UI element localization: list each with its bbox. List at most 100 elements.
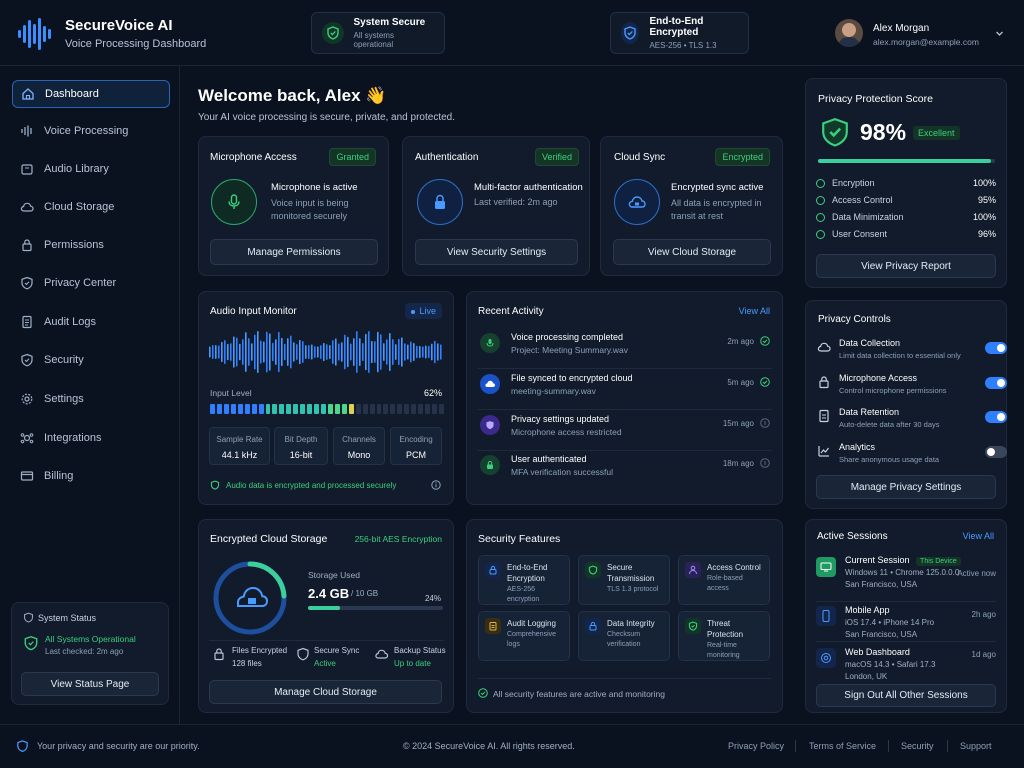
waveform-bar [341, 342, 343, 362]
footer-link-privacy[interactable]: Privacy Policy [728, 741, 784, 751]
lock-icon [585, 618, 601, 634]
app-subtitle: Voice Processing Dashboard [65, 38, 207, 50]
waveform-bar [422, 346, 424, 358]
level-segment [265, 404, 271, 414]
level-segment [251, 404, 257, 414]
nav-dashboard[interactable]: Dashboard [12, 80, 170, 108]
view-cloud-storage-button[interactable]: View Cloud Storage [613, 239, 771, 265]
activity-item[interactable]: User authenticated MFA verification succe… [478, 451, 772, 491]
activity-detail: meeting-summary.wav [511, 386, 596, 396]
microphone-icon [480, 333, 500, 353]
chart-icon [818, 446, 829, 457]
view-all-sessions-link[interactable]: View All [963, 531, 994, 541]
card-title: Encrypted Cloud Storage [210, 533, 328, 545]
lock-icon [22, 239, 32, 252]
waveform-bar [269, 333, 271, 371]
view-status-page-button[interactable]: View Status Page [21, 672, 159, 696]
activity-detail: Project: Meeting Summary.wav [511, 345, 628, 355]
activity-item[interactable]: Voice processing completed Project: Meeti… [478, 329, 772, 369]
storage-ring [213, 561, 287, 635]
nav-billing[interactable]: Billing [12, 462, 170, 490]
level-segment [397, 404, 403, 414]
audio-waveform [209, 330, 442, 374]
level-segment [383, 404, 389, 414]
check-circle-icon [816, 213, 825, 222]
nav-privacy-center[interactable]: Privacy Center [12, 269, 170, 297]
chevron-down-icon[interactable] [995, 29, 1004, 38]
level-segment [418, 404, 424, 414]
nav-audit-logs[interactable]: Audit Logs [12, 308, 170, 336]
level-segment [362, 404, 368, 414]
metric-label: User Consent [832, 229, 888, 239]
manage-privacy-settings-button[interactable]: Manage Privacy Settings [816, 475, 996, 499]
feature-title: Secure Transmission [607, 563, 655, 583]
waveform-bar [413, 342, 415, 362]
waveform-bar [308, 344, 310, 360]
activity-title: Voice processing completed [511, 332, 624, 342]
user-menu[interactable]: Alex Morgan alex.morgan@example.com [835, 18, 1007, 50]
footer-tagline: Your privacy and security are our priori… [37, 741, 200, 751]
metric-label: Access Control [832, 195, 893, 205]
shield-check-icon [21, 353, 33, 367]
stat-value: 16-bit [289, 450, 313, 460]
activity-item[interactable]: Privacy settings updated Microphone acces… [478, 411, 772, 451]
this-device-badge: This Device [916, 557, 961, 566]
integrations-icon [20, 433, 34, 444]
footer-link-terms[interactable]: Terms of Service [809, 741, 876, 751]
shield-icon [17, 740, 28, 753]
nav-permissions[interactable]: Permissions [12, 231, 170, 259]
nav-label: Cloud Storage [44, 201, 115, 213]
activity-item[interactable]: File synced to encrypted cloud meeting-su… [478, 370, 772, 410]
encrypted-badge: Encrypted [715, 148, 770, 166]
card-title: Microphone Access [210, 152, 297, 163]
footer-link-security[interactable]: Security [901, 741, 934, 751]
divider [209, 640, 444, 641]
activity-title: Privacy settings updated [511, 414, 610, 424]
waveform-bar [440, 344, 442, 360]
manage-cloud-storage-button[interactable]: Manage Cloud Storage [209, 680, 442, 704]
waveform-logo-icon [18, 18, 51, 50]
sign-out-sessions-button[interactable]: Sign Out All Other Sessions [816, 684, 996, 707]
waveform-bar [371, 340, 373, 364]
waveform-bar [419, 345, 421, 359]
document-icon [22, 315, 32, 329]
level-segment [230, 404, 236, 414]
data-retention-toggle[interactable] [985, 411, 1007, 423]
divider [795, 740, 796, 752]
session-details: iOS 17.4 • iPhone 14 Pro San Francisco, U… [845, 617, 934, 641]
level-segment [286, 404, 292, 414]
shield-check-icon [24, 635, 38, 651]
user-name: Alex Morgan [873, 23, 930, 34]
welcome-title: Welcome back, Alex 👋 [198, 86, 387, 105]
lock-icon [485, 562, 501, 578]
view-privacy-report-button[interactable]: View Privacy Report [816, 254, 996, 278]
manage-permissions-button[interactable]: Manage Permissions [210, 239, 378, 265]
stat-value: PCM [406, 450, 426, 460]
view-all-link[interactable]: View All [739, 306, 770, 316]
view-security-settings-button[interactable]: View Security Settings [415, 239, 578, 265]
nav-voice-processing[interactable]: Voice Processing [12, 117, 170, 145]
stat-value: Mono [347, 450, 371, 460]
feature-title: Audit Logging [507, 619, 556, 628]
info-icon[interactable] [431, 480, 441, 490]
cloud-lock-icon [614, 179, 660, 225]
nav-security[interactable]: Security [12, 346, 170, 374]
control-desc: Limit data collection to essential only [839, 351, 961, 360]
waveform-bar [395, 344, 397, 360]
nav-audio-library[interactable]: Audio Library [12, 155, 170, 183]
metric-label: Data Minimization [832, 212, 904, 222]
feature-desc: Role-based access [707, 575, 743, 592]
nav-settings[interactable]: Settings [12, 385, 170, 413]
microphone-access-toggle[interactable] [985, 377, 1007, 389]
globe-icon [816, 648, 836, 668]
nav-cloud-storage[interactable]: Cloud Storage [12, 193, 170, 221]
session-item: Current Session This Device Windows 11 •… [816, 555, 996, 595]
control-desc: Share anonymous usage data [839, 455, 940, 464]
activity-time: 2m ago [727, 337, 754, 346]
nav-label: Dashboard [45, 88, 99, 100]
footer-link-support[interactable]: Support [960, 741, 992, 751]
metric-value: 96% [977, 229, 996, 239]
analytics-toggle[interactable] [985, 446, 1007, 458]
nav-integrations[interactable]: Integrations [12, 424, 170, 452]
data-collection-toggle[interactable] [985, 342, 1007, 354]
